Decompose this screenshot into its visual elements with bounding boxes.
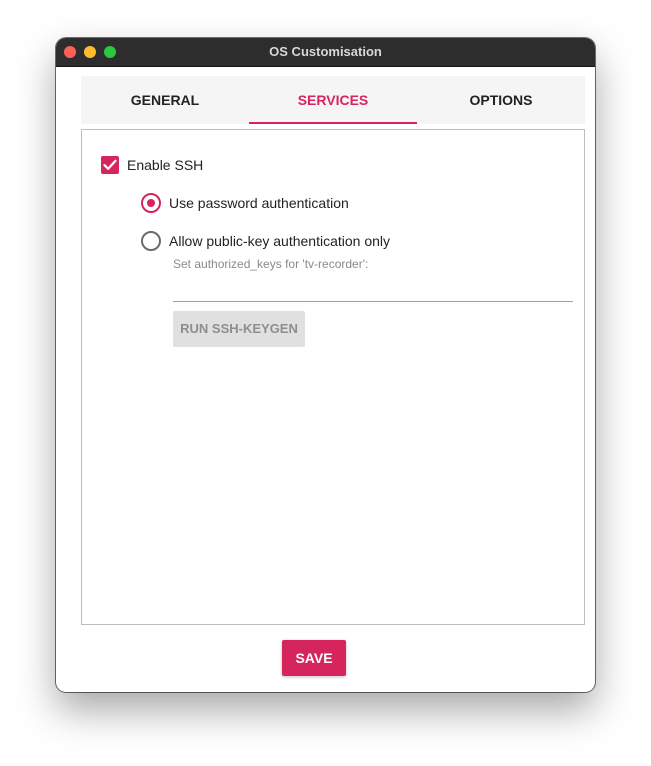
pubkey-auth-radio[interactable] (141, 231, 161, 251)
authorized-keys-input[interactable] (173, 275, 573, 302)
password-auth-label[interactable]: Use password authentication (169, 195, 349, 211)
title-bar[interactable]: OS Customisation (56, 38, 595, 67)
window-title: OS Customisation (269, 44, 382, 59)
password-auth-radio[interactable] (141, 193, 161, 213)
authorized-keys-hint: Set authorized_keys for 'tv-recorder': (173, 257, 369, 271)
run-ssh-keygen-button[interactable]: RUN SSH-KEYGEN (173, 311, 305, 347)
enable-ssh-checkbox[interactable] (101, 156, 119, 174)
services-panel: Enable SSH Use password authentication A… (81, 129, 585, 625)
radio-selected-dot (147, 199, 155, 207)
tab-general[interactable]: GENERAL (81, 76, 249, 124)
tab-services[interactable]: SERVICES (249, 76, 417, 124)
tab-bar: GENERAL SERVICES OPTIONS (81, 76, 585, 124)
save-button[interactable]: SAVE (282, 640, 346, 676)
os-customisation-window: OS Customisation GENERAL SERVICES OPTION… (56, 38, 595, 692)
active-tab-indicator (249, 122, 417, 124)
tab-options[interactable]: OPTIONS (417, 76, 585, 124)
checkmark-icon (103, 159, 117, 170)
enable-ssh-label[interactable]: Enable SSH (127, 157, 203, 173)
pubkey-auth-label[interactable]: Allow public-key authentication only (169, 233, 390, 249)
